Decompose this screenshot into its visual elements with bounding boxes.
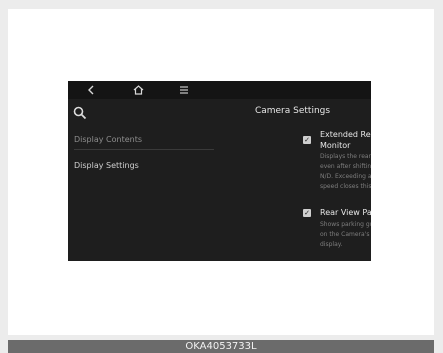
rear-view-parking-lines-desc-3: display. [320,241,343,248]
extended-rear-view-checkbox[interactable]: ✓ [303,136,311,144]
settings-sidebar: Display Contents Display Settings [68,99,214,261]
infotainment-screen: Display Contents Display Settings Camera… [68,81,371,261]
rear-view-parking-lines-title: Rear View Parking Lines [320,208,371,217]
hamburger-lines [180,86,188,94]
extended-rear-view-desc-2: even after shifting from R to [320,163,371,170]
back-icon[interactable] [81,81,101,99]
sidebar-divider [74,149,214,150]
extended-rear-view-title-1: Extended Rear View [320,130,371,139]
home-icon[interactable] [128,81,148,99]
search-icon[interactable] [73,106,87,120]
sidebar-item-display-settings[interactable]: Display Settings [74,161,210,170]
page: Display Contents Display Settings Camera… [0,0,443,353]
figure-caption: OKA4053733L [8,340,434,353]
menu-icon[interactable] [174,81,194,99]
extended-rear-view-desc-4: speed closes this rear view. [320,183,371,190]
house-shape [133,85,143,95]
sidebar-item-display-contents[interactable]: Display Contents [74,135,210,144]
camera-settings-panel: Camera Settings ✓ Extended Rear View Mon… [214,99,371,261]
chevron-left-icon [88,85,94,95]
extended-rear-view-desc-3: N/D. Exceeding a certain [320,173,371,180]
extended-rear-view-title-2: Monitor [320,141,351,150]
top-nav-bar [68,81,371,99]
extended-rear-view-desc-1: Displays the rear camera view [320,153,371,160]
rear-view-parking-lines-desc-2: on the Camera's Rear View [320,231,371,238]
rear-view-parking-lines-desc-1: Shows parking guidance lines [320,221,371,228]
rear-view-parking-lines-checkbox[interactable]: ✓ [303,209,311,217]
panel-title: Camera Settings [254,106,331,116]
